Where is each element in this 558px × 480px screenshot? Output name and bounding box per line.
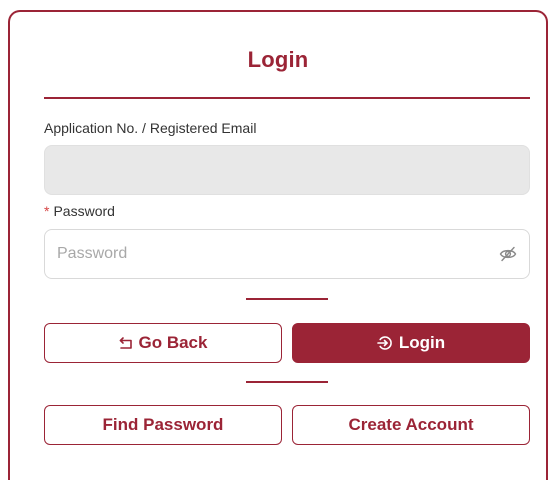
- title-divider: [44, 97, 530, 99]
- required-marker: *: [44, 203, 50, 219]
- login-card: Login Application No. / Registered Email…: [8, 10, 548, 480]
- return-arrow-icon: [119, 336, 133, 350]
- page-title: Login: [247, 47, 309, 72]
- application-email-field[interactable]: [44, 145, 530, 195]
- login-button[interactable]: Login: [292, 323, 530, 363]
- password-field-label: * Password: [44, 203, 115, 219]
- eye-off-icon[interactable]: [499, 246, 517, 262]
- create-account-label: Create Account: [348, 415, 474, 434]
- password-field[interactable]: [44, 229, 530, 279]
- password-label-text: Password: [53, 203, 115, 219]
- go-back-button[interactable]: Go Back: [44, 323, 282, 363]
- email-field-label: Application No. / Registered Email: [44, 120, 257, 136]
- find-password-label: Find Password: [102, 415, 224, 434]
- section-divider: [246, 298, 328, 300]
- login-arrow-icon: [377, 335, 393, 351]
- login-button-label: Login: [398, 333, 446, 352]
- go-back-label: Go Back: [138, 333, 208, 352]
- find-password-button[interactable]: Find Password: [44, 405, 282, 445]
- create-account-button[interactable]: Create Account: [292, 405, 530, 445]
- section-divider: [246, 381, 328, 383]
